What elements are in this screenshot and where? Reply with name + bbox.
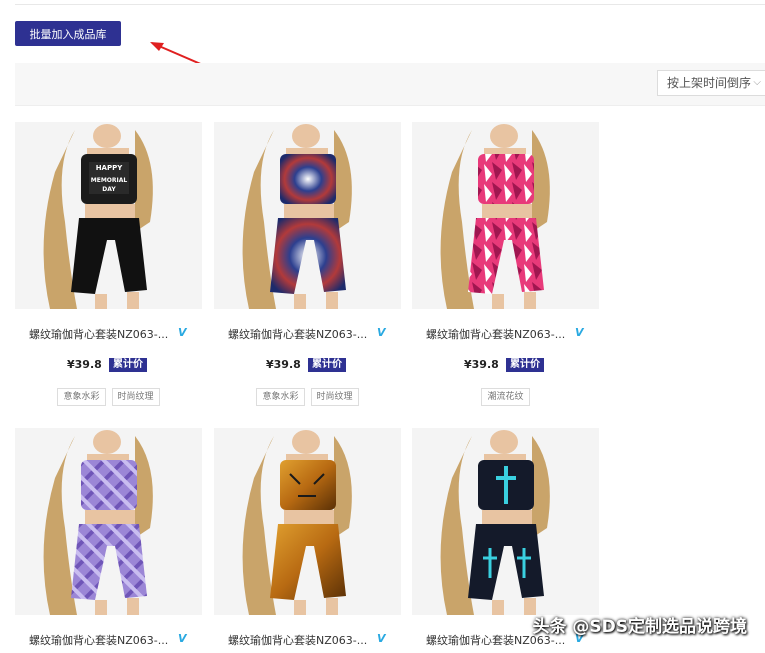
svg-text:DAY: DAY xyxy=(102,186,116,193)
product-title[interactable]: 螺纹瑜伽背心套装NZ063-... xyxy=(29,632,168,648)
price-label-badge: 累计价 xyxy=(308,358,346,372)
verified-badge-icon: V xyxy=(178,632,187,645)
product-image[interactable] xyxy=(15,428,202,615)
verified-badge-icon: V xyxy=(575,326,584,339)
product-price: ¥39.8 xyxy=(266,358,301,371)
top-divider xyxy=(15,0,765,5)
tag-chip[interactable]: 时尚纹理 xyxy=(310,388,359,406)
verified-badge-icon: V xyxy=(178,326,187,339)
product-price: ¥39.8 xyxy=(464,358,499,371)
product-image[interactable] xyxy=(412,428,599,615)
bulk-add-to-library-button[interactable]: 批量加入成品库 xyxy=(15,21,121,46)
product-title[interactable]: 螺纹瑜伽背心套装NZ063-... xyxy=(426,326,565,342)
product-title[interactable]: 螺纹瑜伽背心套装NZ063-... xyxy=(228,326,367,342)
sort-select[interactable]: 按上架时间倒序 ⌵ xyxy=(657,70,765,96)
product-title[interactable]: 螺纹瑜伽背心套装NZ063-... xyxy=(228,632,367,648)
svg-text:HAPPY: HAPPY xyxy=(96,164,124,172)
verified-badge-icon: V xyxy=(377,326,386,339)
watermark: 头条 @SDS定制选品说跨境 xyxy=(532,617,747,637)
verified-badge-icon: V xyxy=(377,632,386,645)
tag-list: 潮流花纹 xyxy=(412,388,599,406)
sort-bar: 按上架时间倒序 ⌵ xyxy=(15,63,765,106)
tag-list: 意象水彩 时尚纹理 xyxy=(214,388,401,406)
price-label-badge: 累计价 xyxy=(109,358,147,372)
price-label-badge: 累计价 xyxy=(506,358,544,372)
product-image[interactable] xyxy=(214,428,401,615)
product-image[interactable] xyxy=(412,122,599,309)
svg-text:MEMORIAL: MEMORIAL xyxy=(91,177,128,184)
product-image[interactable] xyxy=(214,122,401,309)
product-image[interactable]: HAPPY MEMORIAL DAY xyxy=(15,122,202,309)
tag-chip[interactable]: 时尚纹理 xyxy=(111,388,160,406)
product-price: ¥39.8 xyxy=(67,358,102,371)
tag-chip[interactable]: 意象水彩 xyxy=(57,388,106,406)
tag-list: 意象水彩 时尚纹理 xyxy=(15,388,202,406)
sort-select-value: 按上架时间倒序 xyxy=(667,76,752,90)
tag-chip[interactable]: 意象水彩 xyxy=(256,388,305,406)
chevron-down-icon: ⌵ xyxy=(753,77,761,88)
product-title[interactable]: 螺纹瑜伽背心套装NZ063-... xyxy=(29,326,168,342)
tag-chip[interactable]: 潮流花纹 xyxy=(481,388,530,406)
